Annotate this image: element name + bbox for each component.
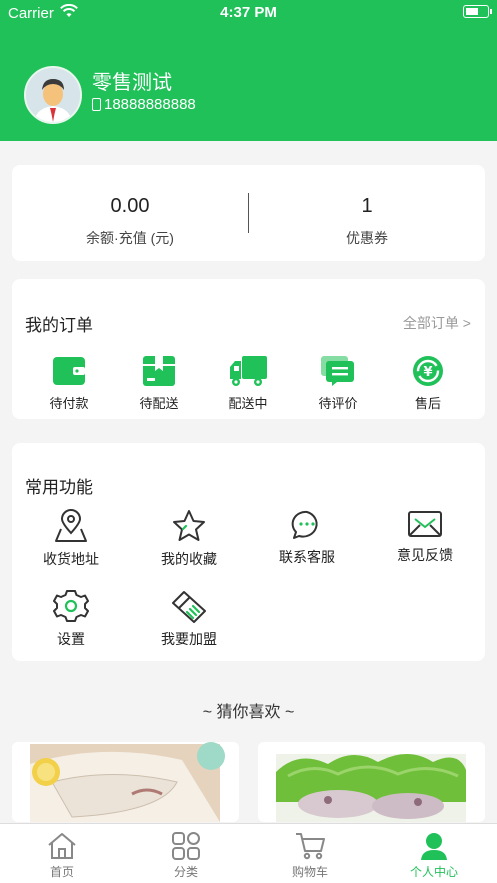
mail-icon <box>408 511 442 537</box>
fn-favorites[interactable]: 我的收藏 <box>130 509 248 569</box>
balance-amount: 0.00 <box>110 195 150 217</box>
order-label: 售后 <box>414 396 441 411</box>
chat-icon <box>291 510 318 539</box>
fn-label: 收货地址 <box>43 551 99 567</box>
person-icon <box>421 833 447 860</box>
tab-label: 分类 <box>173 865 198 879</box>
home-icon <box>48 833 76 859</box>
yuan-refresh-icon: ¥ <box>413 356 443 386</box>
product-card[interactable] <box>12 742 239 822</box>
functions-title: 常用功能 <box>25 478 93 497</box>
order-pending-delivery[interactable]: 待配送 <box>112 355 206 412</box>
coupon-item[interactable]: 1 优惠券 <box>249 195 485 248</box>
order-label: 待评价 <box>318 396 358 411</box>
user-name: 零售测试 <box>92 72 172 94</box>
status-bar: Carrier 4:37 PM <box>0 0 497 26</box>
clock: 4:37 PM <box>220 4 277 21</box>
fn-customer-service[interactable]: 联系客服 <box>248 509 366 567</box>
profile-header: Carrier 4:37 PM 零售测试 18888888888 <box>0 0 497 141</box>
order-label: 配送中 <box>228 396 268 411</box>
fn-label: 设置 <box>57 631 85 647</box>
fn-feedback[interactable]: 意见反馈 <box>366 509 484 565</box>
coupon-label: 优惠券 <box>346 230 388 246</box>
star-icon <box>173 510 205 541</box>
tab-cart[interactable]: 购物车 <box>248 832 372 880</box>
tab-profile[interactable]: 个人中心 <box>372 832 496 880</box>
order-pending-review[interactable]: 待评价 <box>291 355 385 412</box>
package-icon <box>143 356 175 386</box>
fn-franchise[interactable]: 我要加盟 <box>130 589 248 649</box>
fn-address[interactable]: 收货地址 <box>12 509 130 569</box>
tab-label: 购物车 <box>291 865 328 879</box>
grid-icon <box>172 832 200 860</box>
coupon-count: 1 <box>361 195 373 217</box>
order-label: 待付款 <box>49 396 89 411</box>
location-icon <box>55 509 87 542</box>
phone-icon <box>92 98 101 111</box>
product-card[interactable] <box>258 742 485 822</box>
functions-card: 常用功能 收货地址 我的收藏 联系客服 意见反馈 设置 我要加盟 <box>12 443 485 661</box>
balance-label: 余额·充值 (元) <box>86 230 174 246</box>
tab-home[interactable]: 首页 <box>0 832 124 880</box>
handshake-icon <box>172 591 206 623</box>
gear-icon <box>53 590 89 622</box>
comment-icon <box>321 356 354 386</box>
tab-bar: 首页 分类 购物车 个人中心 <box>0 823 497 883</box>
product-image <box>258 742 485 822</box>
all-orders-link[interactable]: 全部订单 > <box>403 313 471 333</box>
phone-number: 18888888888 <box>104 96 196 113</box>
truck-icon <box>230 356 267 386</box>
recommend-title: ~ 猜你喜欢 ~ <box>202 704 295 721</box>
cart-icon <box>296 833 325 860</box>
tab-category[interactable]: 分类 <box>124 832 248 880</box>
orders-title: 我的订单 <box>25 316 93 335</box>
fn-label: 联系客服 <box>279 549 335 565</box>
balance-card: 0.00 余额·充值 (元) 1 优惠券 <box>12 165 485 261</box>
user-phone: 18888888888 <box>92 96 196 113</box>
balance-item[interactable]: 0.00 余额·充值 (元) <box>12 195 248 248</box>
avatar-person-icon <box>26 68 80 122</box>
tab-label: 首页 <box>49 865 74 879</box>
battery-icon <box>463 5 492 18</box>
order-delivering[interactable]: 配送中 <box>201 355 295 412</box>
fn-label: 我要加盟 <box>161 631 217 647</box>
order-pending-payment[interactable]: 待付款 <box>22 355 116 412</box>
order-label: 待配送 <box>139 396 179 411</box>
avatar[interactable] <box>24 66 82 124</box>
order-after-sales[interactable]: ¥ 售后 <box>381 355 475 412</box>
product-image <box>12 742 239 822</box>
fn-label: 我的收藏 <box>161 551 217 567</box>
orders-card: 我的订单 全部订单 > 待付款 待配送 配送中 待评价 ¥ 售后 <box>12 279 485 419</box>
svg-text:¥: ¥ <box>423 365 432 380</box>
fn-settings[interactable]: 设置 <box>12 589 130 649</box>
tab-label: 个人中心 <box>409 865 458 879</box>
fn-label: 意见反馈 <box>397 547 453 563</box>
wallet-icon <box>53 357 85 385</box>
